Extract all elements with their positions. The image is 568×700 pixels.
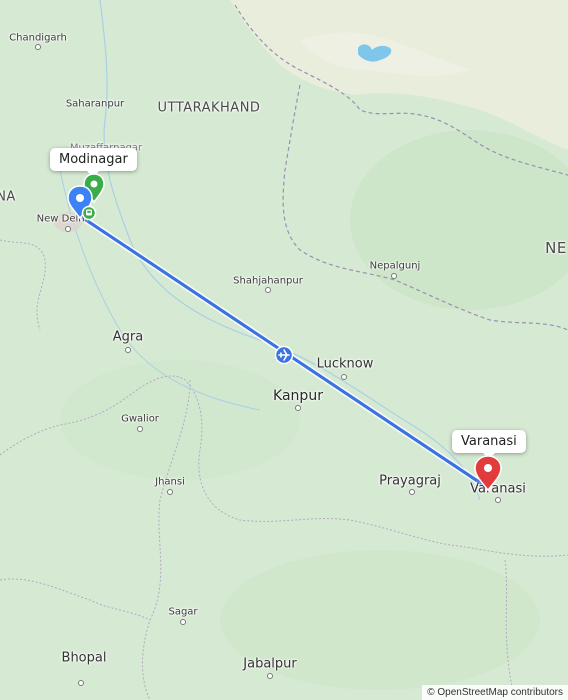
map-attribution[interactable]: © OpenStreetMap contributors	[422, 685, 568, 700]
destination-pin-icon[interactable]	[474, 455, 502, 492]
map-view[interactable]: UTTARAKHAND NE NA Chandigarh Saharanpur …	[0, 0, 568, 700]
airplane-icon[interactable]	[274, 345, 294, 365]
train-icon[interactable]	[81, 205, 97, 221]
marker-layer	[67, 173, 502, 492]
